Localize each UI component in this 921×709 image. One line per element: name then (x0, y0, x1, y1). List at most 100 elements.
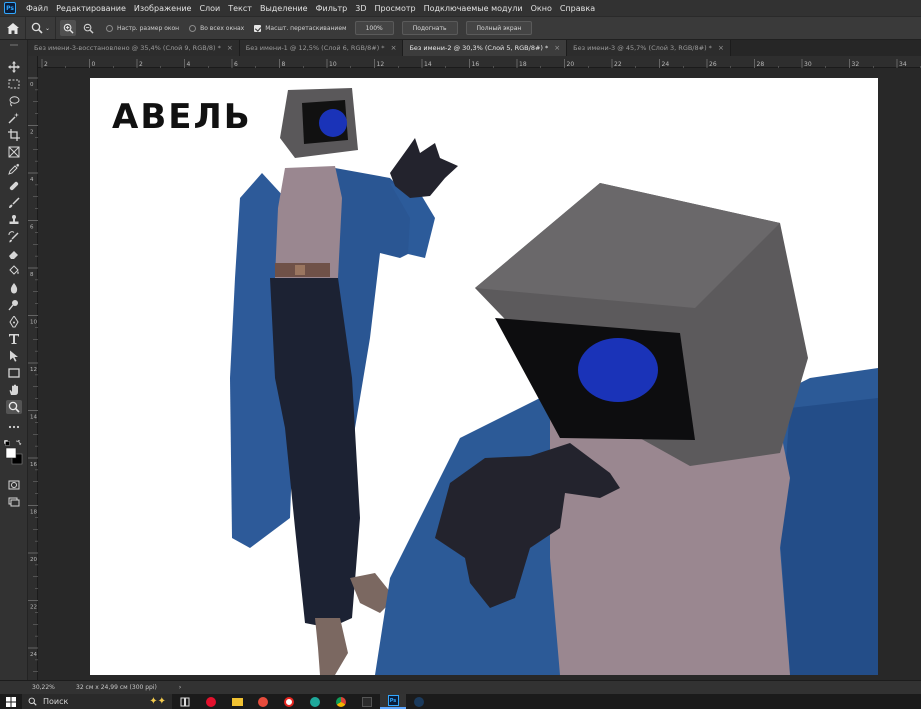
eyedropper-tool[interactable] (6, 162, 22, 176)
dodge-tool[interactable] (6, 298, 22, 312)
zoom-100-button[interactable]: 100% (354, 21, 394, 35)
home-button[interactable] (0, 17, 26, 39)
pen-tool[interactable] (6, 315, 22, 329)
tab-doc-2[interactable]: Без имени-1 @ 12,5% (Слой 6, RGB/8#) * × (239, 40, 404, 56)
ruler-label: 8 (30, 272, 34, 278)
document-canvas[interactable]: АВЕЛЬ (90, 78, 878, 675)
frame-tool[interactable] (6, 145, 22, 159)
menu-3d[interactable]: 3D (351, 4, 370, 13)
crop-tool[interactable] (6, 128, 22, 142)
menu-type[interactable]: Текст (224, 4, 256, 13)
vertical-ruler[interactable]: 0 2 4 6 8 10 12 14 16 18 20 22 24 (28, 56, 38, 684)
ps-logo-icon[interactable]: Ps (4, 2, 16, 14)
tab-doc-1[interactable]: Без имени-3-восстановлено @ 35,4% (Слой … (28, 40, 240, 56)
more-tools-button[interactable] (6, 420, 22, 434)
tab-doc-3-active[interactable]: Без имени-2 @ 30,3% (Слой 5, RGB/8#) * × (403, 40, 568, 56)
taskbar-search[interactable]: Поиск ✦✦ (22, 694, 172, 709)
ruler-label: 22 (614, 61, 622, 68)
zoom-out-button[interactable] (80, 20, 96, 36)
history-brush-tool[interactable] (6, 230, 22, 244)
scrubby-zoom-label: Масшт. перетаскиванием (265, 24, 347, 32)
fit-screen-button[interactable]: Подогнать (401, 21, 458, 35)
start-button[interactable] (0, 694, 22, 709)
tab-doc-4[interactable]: Без имени-3 @ 45,7% (Слой 3, RGB/8#) * × (567, 40, 731, 56)
fill-screen-button[interactable]: Полный экран (465, 21, 533, 35)
menu-layers[interactable]: Слои (195, 4, 224, 13)
menu-plugins[interactable]: Подключаемые модули (420, 4, 527, 13)
rectangle-tool[interactable] (6, 366, 22, 380)
zoom-level[interactable]: 30,22% (0, 684, 60, 691)
healing-tool[interactable] (6, 179, 22, 193)
hand-icon (9, 384, 18, 395)
menu-help[interactable]: Справка (556, 4, 599, 13)
ruler-label: 18 (519, 61, 527, 68)
hand-tool[interactable] (6, 383, 22, 397)
lasso-tool[interactable] (6, 94, 22, 108)
menu-edit[interactable]: Редактирование (52, 4, 130, 13)
close-icon[interactable]: × (391, 44, 397, 52)
stamp-tool[interactable] (6, 213, 22, 227)
menu-select[interactable]: Выделение (256, 4, 312, 13)
ruler-label: 12 (377, 61, 385, 68)
bucket-tool[interactable] (6, 264, 22, 278)
bust-figure (375, 183, 878, 675)
document-size: 32 см x 24,99 см (300 ppi) (76, 684, 157, 691)
horizontal-ruler[interactable]: 2 0 2 4 6 8 10 12 14 16 18 20 22 24 26 28 30 32 34 (38, 56, 921, 71)
screen-mode-icon (8, 497, 20, 507)
magic-wand-icon (8, 112, 19, 124)
path-select-tool[interactable] (6, 349, 22, 363)
steam-icon (414, 696, 424, 707)
status-menu-arrow-icon[interactable]: › (179, 684, 181, 691)
ruler-label: 0 (30, 82, 34, 88)
bucket-icon (9, 265, 19, 275)
frame-icon (8, 146, 20, 158)
marquee-tool[interactable] (6, 77, 22, 91)
taskbar-photoshop[interactable]: Ps (380, 694, 406, 709)
panel-grip[interactable] (10, 44, 18, 46)
edge-icon (310, 696, 320, 707)
type-tool[interactable] (6, 332, 22, 346)
ruler-label: 4 (30, 177, 34, 183)
taskbar-steam[interactable] (406, 694, 432, 709)
history-brush-icon (8, 231, 19, 243)
blur-tool[interactable] (6, 281, 22, 295)
menu-window[interactable]: Окно (527, 4, 556, 13)
menu-file[interactable]: Файл (22, 4, 52, 13)
task-view-button[interactable] (172, 694, 198, 709)
taskbar-chrome[interactable] (328, 694, 354, 709)
close-icon[interactable]: × (718, 44, 724, 52)
menu-bar: Ps Файл Редактирование Изображение Слои … (0, 0, 921, 16)
zoom-tool[interactable] (6, 400, 22, 414)
move-tool[interactable] (6, 60, 22, 74)
menu-image[interactable]: Изображение (130, 4, 196, 13)
taskbar-explorer[interactable] (224, 694, 250, 709)
taskbar-app-red[interactable] (250, 694, 276, 709)
pen-icon (9, 316, 19, 328)
tool-preset-picker[interactable]: ⌄ (26, 17, 56, 39)
color-swatches[interactable] (3, 439, 27, 468)
ruler-label: 34 (899, 61, 907, 68)
brush-tool[interactable] (6, 196, 22, 210)
checkbox-checked (254, 24, 262, 32)
all-windows-checkbox[interactable]: Во всех окнах (189, 24, 244, 32)
taskbar-yandex[interactable] (276, 694, 302, 709)
close-icon[interactable]: × (227, 44, 233, 52)
eraser-tool[interactable] (6, 247, 22, 261)
resize-windows-checkbox[interactable]: Настр. размер окон (106, 24, 179, 32)
tab-label: Без имени-3-восстановлено @ 35,4% (Слой … (34, 44, 221, 52)
magic-wand-tool[interactable] (6, 111, 22, 125)
quick-mask-button[interactable] (6, 478, 22, 492)
zoom-in-button[interactable] (60, 20, 76, 36)
taskbar-opera[interactable] (198, 694, 224, 709)
menu-view[interactable]: Просмотр (371, 4, 420, 13)
scrubby-zoom-checkbox[interactable]: Масшт. перетаскиванием (254, 24, 347, 32)
taskbar-edge[interactable] (302, 694, 328, 709)
vertical-ruler-ticks: 024681012141618202224 (28, 77, 38, 684)
ruler-label: 32 (852, 61, 860, 68)
menu-filter[interactable]: Фильтр (312, 4, 352, 13)
taskbar-app-dark[interactable] (354, 694, 380, 709)
screen-mode-button[interactable] (6, 495, 22, 509)
zoom-out-icon (83, 23, 94, 34)
ruler-label: 16 (472, 61, 480, 68)
close-icon[interactable]: × (554, 44, 560, 52)
